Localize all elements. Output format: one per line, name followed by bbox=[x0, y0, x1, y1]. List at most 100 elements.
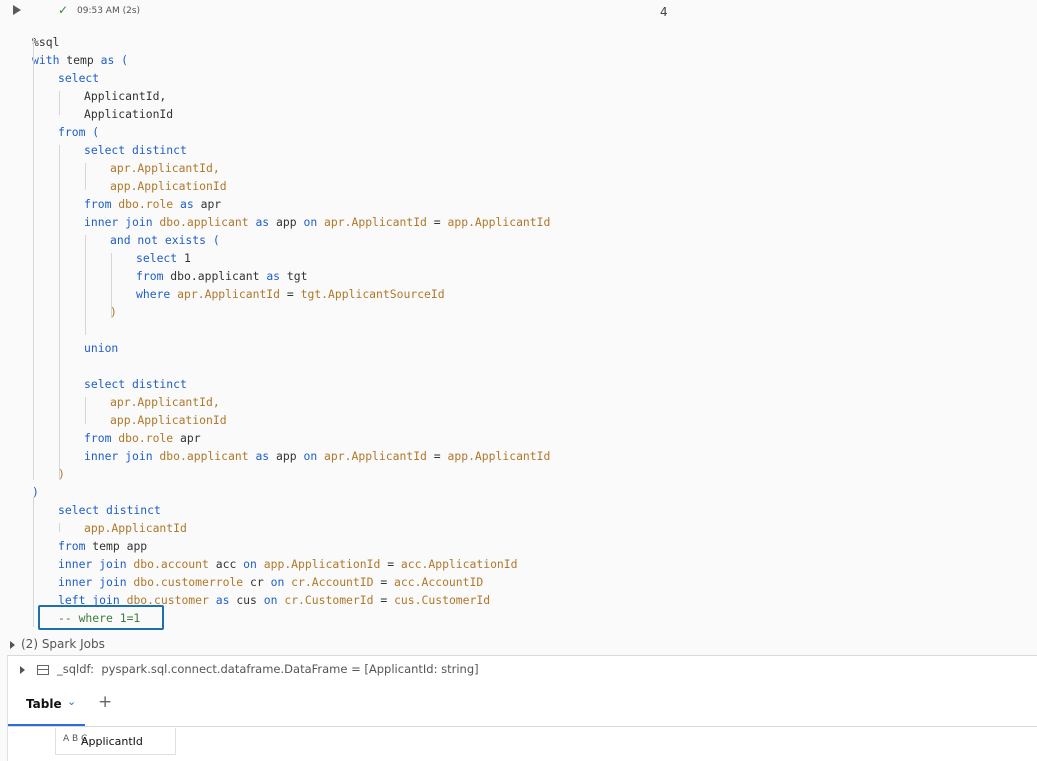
code-token: temp bbox=[59, 53, 101, 67]
code-token: tgt.ApplicantSourceId bbox=[293, 287, 445, 301]
code-token: select distinct bbox=[84, 143, 187, 157]
code-token: with bbox=[32, 53, 60, 67]
spark-jobs-label: (2) Spark Jobs bbox=[21, 637, 105, 651]
dataframe-type: pyspark.sql.connect.dataframe.DataFrame … bbox=[101, 662, 479, 676]
code-token: from bbox=[58, 539, 86, 553]
code-token: %sql bbox=[32, 35, 60, 49]
code-token: select bbox=[58, 71, 100, 85]
code-token: app.ApplicationId bbox=[256, 557, 388, 571]
code-token: cr bbox=[250, 575, 271, 589]
column-header-applicantid[interactable]: A B C ApplicantId bbox=[55, 728, 176, 755]
code-token: acc.AccountID bbox=[387, 575, 484, 589]
code-line: from ( bbox=[58, 123, 99, 141]
code-line: apr.ApplicantId, bbox=[110, 159, 220, 177]
code-token: acc.ApplicationId bbox=[394, 557, 518, 571]
code-line: and not exists ( bbox=[110, 231, 220, 249]
code-token: apr bbox=[180, 431, 201, 445]
code-line: select bbox=[58, 69, 99, 87]
code-token: tgt bbox=[280, 269, 308, 283]
code-token: app.ApplicationId bbox=[110, 179, 227, 193]
code-token: on bbox=[243, 557, 257, 571]
code-token: = bbox=[433, 449, 441, 463]
code-line: app.ApplicationId bbox=[110, 177, 227, 195]
code-line: from temp app bbox=[58, 537, 147, 555]
code-token: temp app bbox=[85, 539, 148, 553]
code-token: select distinct bbox=[84, 377, 187, 391]
code-token: on bbox=[263, 593, 278, 607]
execution-count: 4 bbox=[660, 5, 668, 19]
code-line: inner join dbo.applicant as app on apr.A… bbox=[84, 447, 550, 465]
code-line: ApplicationId bbox=[84, 105, 173, 123]
code-token: from bbox=[136, 269, 164, 283]
code-token: inner join bbox=[58, 575, 127, 589]
row-number-gutter bbox=[8, 728, 56, 754]
code-token: inner join bbox=[84, 215, 153, 229]
code-token: as bbox=[215, 593, 230, 607]
table-header-row: A B C ApplicantId bbox=[8, 728, 176, 755]
dataframe-name: _sqldf: bbox=[57, 662, 95, 676]
code-token: where bbox=[136, 287, 171, 301]
code-token: dbo.applicant bbox=[152, 215, 256, 229]
dataframe-info-row[interactable]: _sqldf: pyspark.sql.connect.dataframe.Da… bbox=[20, 662, 479, 676]
execution-time: 09:53 AM (2s) bbox=[77, 6, 141, 16]
column-name: ApplicantId bbox=[81, 735, 143, 748]
code-token: ApplicationId bbox=[84, 107, 174, 121]
code-token: ( bbox=[114, 53, 129, 67]
code-token: dbo.applicant bbox=[163, 269, 267, 283]
code-token: cr.AccountID bbox=[284, 575, 381, 589]
code-line: apr.ApplicantId, bbox=[110, 393, 220, 411]
tab-table[interactable]: Table ⌄ bbox=[8, 680, 85, 726]
code-token: ( bbox=[85, 125, 100, 139]
code-line: where apr.ApplicantId = tgt.ApplicantSou… bbox=[136, 285, 445, 303]
code-token: app bbox=[269, 215, 304, 229]
code-token: dbo.applicant bbox=[152, 449, 256, 463]
code-token: apr bbox=[193, 197, 222, 211]
code-token: apr.ApplicantId, bbox=[110, 395, 220, 409]
code-token: and not exists ( bbox=[110, 233, 220, 247]
code-token: app.ApplicantId bbox=[440, 449, 551, 463]
code-token: from bbox=[84, 431, 112, 445]
code-line: inner join dbo.applicant as app on apr.A… bbox=[84, 213, 550, 231]
indent-guide bbox=[85, 397, 86, 424]
code-token: as bbox=[100, 53, 115, 67]
code-token: cus bbox=[229, 593, 264, 607]
code-token: dbo.role bbox=[111, 431, 181, 445]
spark-jobs-toggle[interactable]: (2) Spark Jobs bbox=[10, 637, 105, 651]
code-token: select bbox=[136, 251, 178, 265]
code-token: as bbox=[266, 269, 281, 283]
indent-guide bbox=[59, 145, 60, 480]
code-line: from dbo.role as apr bbox=[84, 195, 221, 213]
code-token: apr.ApplicantId bbox=[317, 215, 434, 229]
code-token: dbo.customerrole bbox=[126, 575, 251, 589]
code-line: inner join dbo.customerrole cr on cr.Acc… bbox=[58, 573, 483, 591]
code-token: 1 bbox=[177, 251, 191, 265]
indent-guide bbox=[33, 497, 34, 627]
code-token: cr.CustomerId bbox=[277, 593, 381, 607]
code-token: acc bbox=[215, 557, 244, 571]
code-line: from dbo.role apr bbox=[84, 429, 201, 447]
code-line: select distinct bbox=[84, 375, 187, 393]
code-token: union bbox=[84, 341, 119, 355]
add-visualization-button[interactable]: + bbox=[98, 692, 112, 712]
code-token: apr.ApplicantId bbox=[170, 287, 287, 301]
code-line: ApplicantId, bbox=[84, 87, 166, 105]
code-token: dbo.account bbox=[126, 557, 216, 571]
code-token: on bbox=[303, 449, 318, 463]
code-token: dbo.role bbox=[111, 197, 181, 211]
code-token: from bbox=[84, 197, 112, 211]
code-token: on bbox=[270, 575, 285, 589]
table-icon bbox=[37, 664, 49, 675]
code-token: app bbox=[269, 449, 304, 463]
caret-right-icon bbox=[10, 640, 15, 649]
code-token: as bbox=[180, 197, 194, 211]
code-token: app.ApplicationId bbox=[110, 413, 227, 427]
code-token: = bbox=[286, 287, 294, 301]
code-token: = bbox=[433, 215, 441, 229]
chevron-down-icon[interactable]: ⌄ bbox=[67, 695, 76, 708]
run-cell-button[interactable] bbox=[13, 5, 21, 15]
success-check-icon: ✓ bbox=[58, 3, 69, 17]
code-token: ApplicantId, bbox=[84, 89, 167, 103]
code-token: inner join bbox=[84, 449, 153, 463]
code-token: from bbox=[58, 125, 86, 139]
code-line: select 1 bbox=[136, 249, 191, 267]
